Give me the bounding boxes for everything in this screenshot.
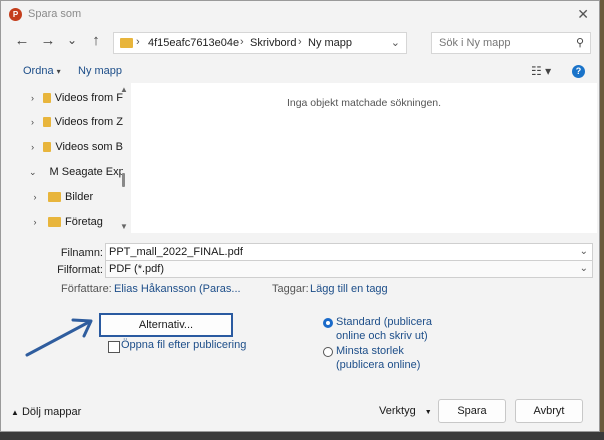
search-input[interactable]: Sök i Ny mapp ⚲: [431, 32, 591, 54]
expand-chevron-icon[interactable]: ›: [29, 93, 36, 103]
cancel-button[interactable]: Avbryt: [515, 399, 583, 423]
recent-locations-chevron-icon[interactable]: ⌄: [63, 33, 81, 47]
navigation-pane: › Videos from F › Videos from Z › Videos…: [9, 83, 131, 233]
save-as-dialog: P Spara som ✕ ← → ⌄ ↑ 4f15eafc7613e04e ›…: [0, 0, 600, 432]
scrollbar-thumb[interactable]: [122, 173, 125, 187]
minimum-size-radio-label-line1[interactable]: Minsta storlek: [336, 344, 404, 358]
help-icon[interactable]: ?: [572, 65, 585, 78]
filename-value: PPT_mall_2022_FINAL.pdf: [109, 246, 243, 258]
tools-menu[interactable]: Verktyg ▼: [379, 405, 432, 417]
breadcrumb-item[interactable]: 4f15eafc7613e04e: [148, 37, 239, 49]
window-title: Spara som: [28, 8, 82, 20]
save-button[interactable]: Spara: [438, 399, 506, 423]
scroll-down-icon[interactable]: ▼: [120, 222, 128, 231]
search-placeholder: Sök i Ny mapp: [439, 37, 511, 49]
tree-item-label: Videos from Z: [54, 116, 123, 128]
standard-radio[interactable]: [323, 318, 333, 328]
tags-value[interactable]: Lägg till en tagg: [310, 283, 388, 295]
search-icon: ⚲: [575, 37, 584, 49]
minimum-size-radio[interactable]: [323, 347, 333, 357]
forward-arrow-icon[interactable]: →: [39, 32, 57, 49]
breadcrumb-item[interactable]: Ny mapp: [308, 37, 352, 49]
minimum-size-radio-label-line2[interactable]: (publicera online): [336, 358, 420, 372]
tree-item[interactable]: › Videos som B: [9, 136, 123, 158]
navigation-bar: ← → ⌄ ↑ 4f15eafc7613e04e › › Skrivbord ›…: [1, 29, 599, 57]
organize-dropdown-icon: ▾: [56, 67, 61, 76]
chevron-up-icon: ▲: [11, 408, 19, 417]
tree-item-label: M Seagate Exp: [49, 166, 123, 178]
tree-item[interactable]: › Bilder: [9, 186, 123, 208]
tree-item[interactable]: › Videos from Z: [9, 111, 123, 133]
collapse-chevron-icon[interactable]: ⌄: [29, 167, 37, 178]
expand-chevron-icon[interactable]: ›: [29, 142, 36, 152]
tree-item-drive[interactable]: ⌄ M Seagate Exp: [9, 161, 123, 183]
up-arrow-icon[interactable]: ↑: [87, 32, 105, 49]
format-value: PDF (*.pdf): [109, 263, 165, 275]
scroll-up-icon[interactable]: ▲: [120, 85, 128, 94]
format-dropdown-chevron-icon[interactable]: ⌄: [580, 261, 588, 277]
folder-icon: [43, 117, 51, 127]
breadcrumb-separator-icon: ›: [136, 36, 140, 48]
organize-label: Ordna: [23, 65, 54, 77]
address-dropdown-chevron-icon[interactable]: ⌄: [391, 36, 400, 49]
annotation-arrow: [25, 318, 93, 357]
empty-message: Inga objekt matchade sökningen.: [286, 97, 442, 109]
tree-item[interactable]: › Företag: [9, 211, 123, 233]
folder-icon: [48, 192, 61, 202]
folder-icon: [43, 93, 51, 103]
hide-folders-toggle[interactable]: ▲ Dölj mappar: [11, 406, 81, 418]
open-after-publish-checkbox[interactable]: [108, 341, 120, 353]
folder-icon: [120, 38, 133, 48]
hide-folders-label: Dölj mappar: [21, 406, 82, 418]
tree-item-label: Videos from F: [54, 92, 123, 104]
authors-label: Författare:: [61, 283, 112, 295]
format-label: Filformat:: [57, 264, 103, 276]
address-bar[interactable]: 4f15eafc7613e04e › › Skrivbord › Ny mapp…: [113, 32, 407, 54]
authors-value[interactable]: Elias Håkansson (Paras...: [114, 283, 241, 295]
open-after-publish-label[interactable]: Öppna fil efter publicering: [121, 339, 246, 351]
new-folder-button[interactable]: Ny mapp: [78, 65, 122, 77]
breadcrumb-item[interactable]: Skrivbord: [250, 37, 296, 49]
close-icon[interactable]: ✕: [577, 6, 589, 23]
tags-label: Taggar:: [272, 283, 309, 295]
tools-dropdown-icon: ▼: [424, 409, 432, 416]
filename-dropdown-chevron-icon[interactable]: ⌄: [580, 244, 588, 260]
background-window-edge-bottom: [0, 432, 604, 440]
command-bar: Ordna ▾ Ny mapp: [1, 61, 599, 83]
navigation-scrollbar[interactable]: ▲ ▼: [119, 83, 129, 233]
tools-label: Verktyg: [379, 405, 416, 417]
standard-radio-label-line2[interactable]: online och skriv ut): [336, 329, 428, 343]
filename-label: Filnamn:: [60, 247, 103, 259]
breadcrumb-separator-icon: ›: [240, 36, 244, 48]
standard-radio-label-line1[interactable]: Standard (publicera: [336, 315, 432, 329]
expand-chevron-icon[interactable]: ›: [29, 217, 41, 227]
title-bar: P Spara som ✕: [1, 1, 599, 27]
view-options-icon[interactable]: ☷ ▾: [531, 64, 551, 78]
file-list[interactable]: Inga objekt matchade sökningen.: [131, 83, 597, 233]
powerpoint-app-icon: P: [9, 7, 22, 21]
back-arrow-icon[interactable]: ←: [13, 32, 31, 49]
format-select[interactable]: PDF (*.pdf) ⌄: [105, 260, 593, 278]
folder-icon: [43, 142, 52, 152]
tree-item-label: Videos som B: [55, 141, 123, 153]
filename-field[interactable]: PPT_mall_2022_FINAL.pdf ⌄: [105, 243, 593, 261]
folder-icon: [48, 217, 61, 227]
expand-chevron-icon[interactable]: ›: [29, 117, 36, 127]
expand-chevron-icon[interactable]: ›: [29, 192, 41, 202]
options-button[interactable]: Alternativ...: [99, 313, 233, 337]
breadcrumb-separator-icon: ›: [298, 36, 302, 48]
tree-item-label: Företag: [65, 216, 103, 228]
organize-button[interactable]: Ordna ▾: [23, 65, 61, 77]
tree-item-label: Bilder: [65, 191, 94, 203]
tree-item[interactable]: › Videos from F: [9, 87, 123, 109]
